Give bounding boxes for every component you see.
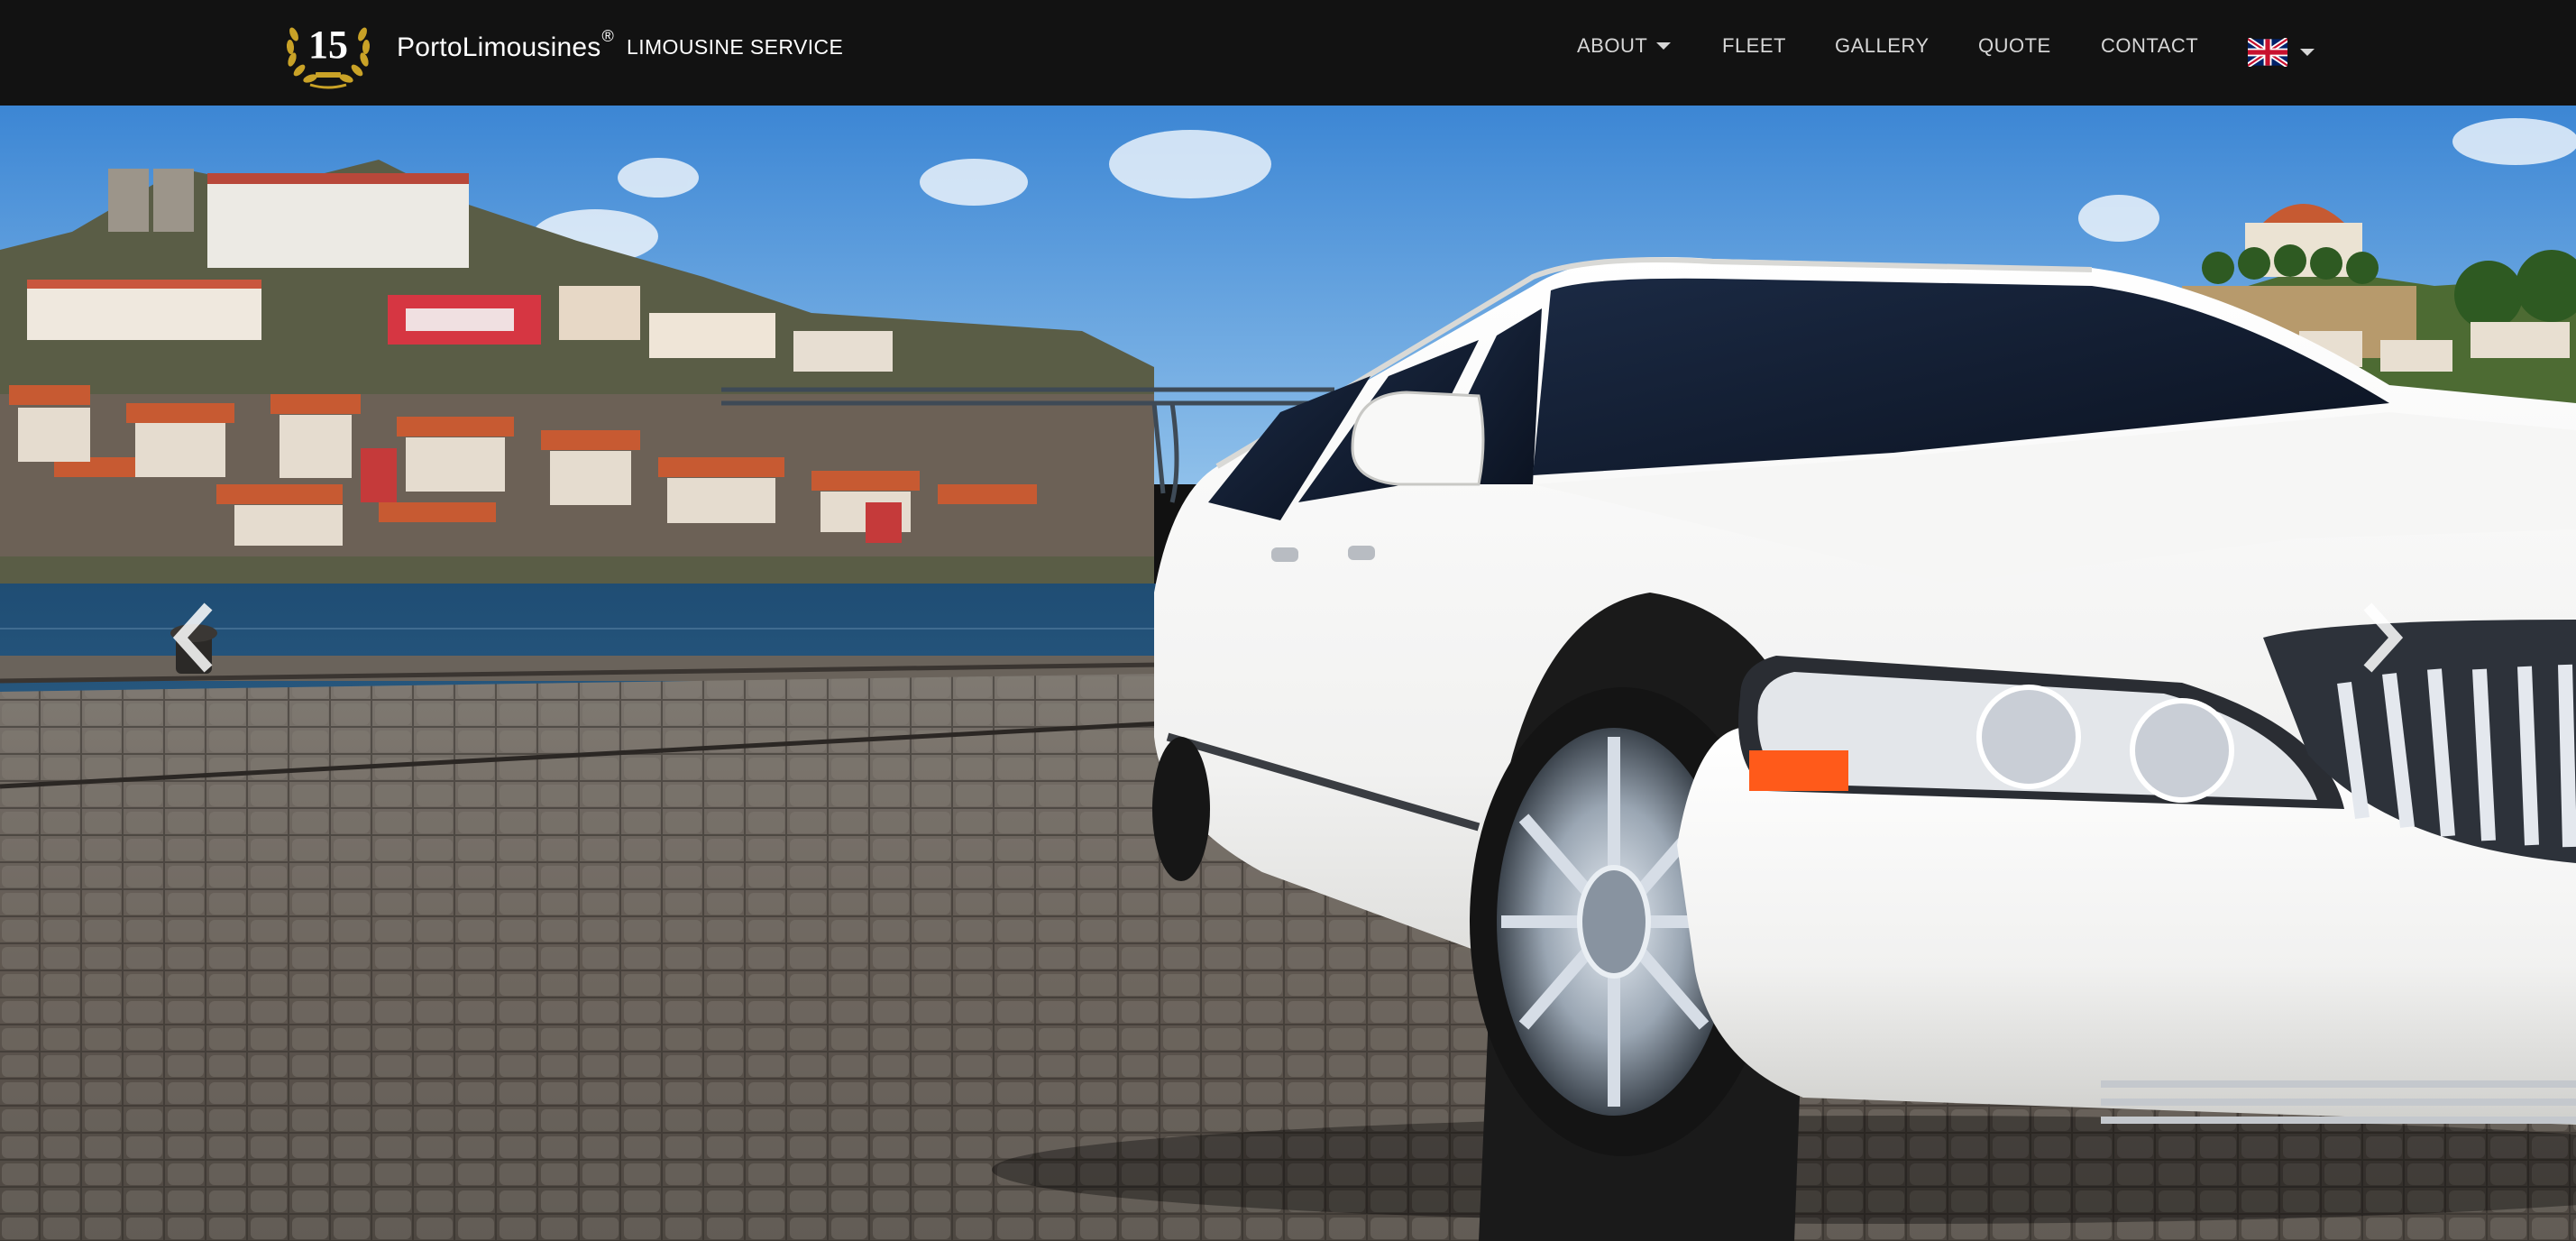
chevron-right-icon xyxy=(2363,602,2404,673)
nav-item-quote[interactable]: QUOTE xyxy=(1978,34,2051,58)
nav-item-contact[interactable]: CONTACT xyxy=(2101,34,2198,58)
nav-item-fleet[interactable]: FLEET xyxy=(1722,34,1786,58)
carousel-next-button[interactable] xyxy=(2355,602,2409,674)
top-navbar: 15 PortoLimousines® LIMOUSINE SERVICE AB… xyxy=(0,0,2576,106)
chevron-left-icon xyxy=(172,602,213,673)
nav-item-about[interactable]: ABOUT xyxy=(1577,34,1672,58)
hero-carousel xyxy=(0,106,2576,1241)
nav-item-gallery[interactable]: GALLERY xyxy=(1835,34,1930,58)
main-nav: ABOUT FLEET GALLERY QUOTE CONTACT xyxy=(0,34,2576,70)
caret-down-icon xyxy=(2300,49,2315,56)
uk-flag-icon xyxy=(2248,38,2287,67)
carousel-prev-button[interactable] xyxy=(167,602,221,674)
hero-slide-image xyxy=(0,106,2576,1241)
caret-down-icon xyxy=(1656,42,1672,50)
nav-item-about-label: ABOUT xyxy=(1577,34,1648,57)
